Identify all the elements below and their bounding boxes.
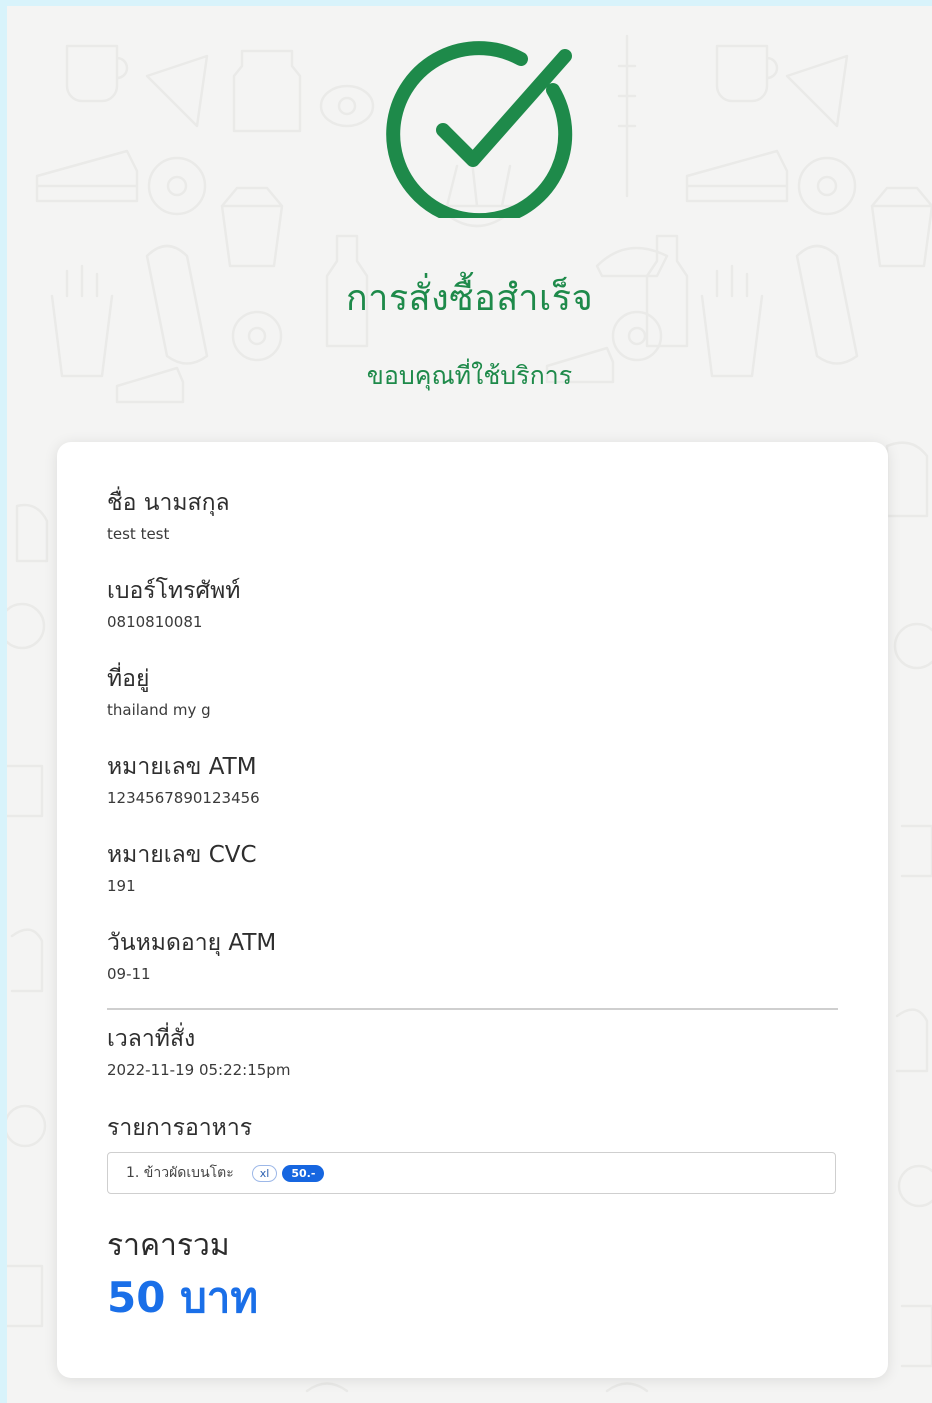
food-item-size-badge: xl (251, 1164, 278, 1182)
customer-name-value: test test (107, 525, 170, 543)
order-summary-card: ชื่อ นามสกุล test test เบอร์โทรศัพท์ 081… (57, 442, 888, 1378)
atm-number-value: 1234567890123456 (107, 789, 260, 807)
cvc-value: 191 (107, 877, 136, 895)
section-divider (107, 1008, 838, 1010)
phone-value: 0810810081 (107, 613, 203, 631)
customer-name-label: ชื่อ นามสกุล (107, 490, 230, 516)
food-items-label: รายการอาหาร (107, 1115, 253, 1141)
address-value: thailand my g (107, 701, 211, 719)
total-price-value: 50 บาท (107, 1273, 258, 1322)
check-circle-icon (385, 28, 575, 228)
cvc-field: หมายเลข CVC 191 (107, 838, 257, 896)
atm-expiry-label: วันหมดอายุ ATM (107, 930, 277, 956)
atm-number-label: หมายเลข ATM (107, 754, 257, 780)
page-subtitle: ขอบคุณที่ใช้บริการ (366, 361, 573, 390)
order-time-label: เวลาที่สั่ง (107, 1026, 196, 1052)
cvc-label: หมายเลข CVC (107, 842, 257, 868)
total-price-label: ราคารวม (107, 1228, 230, 1263)
phone-label: เบอร์โทรศัพท์ (107, 578, 241, 604)
order-time-value: 2022-11-19 05:22:15pm (107, 1061, 291, 1079)
order-success-page: การสั่งซื้อสำเร็จ ขอบคุณที่ใช้บริการ ชื่… (7, 6, 932, 1403)
address-label: ที่อยู่ (107, 666, 150, 692)
food-items-heading-wrap: รายการอาหาร (107, 1111, 252, 1145)
phone-field: เบอร์โทรศัพท์ 0810810081 (107, 574, 240, 632)
atm-expiry-value: 09-11 (107, 965, 151, 983)
page-title: การสั่งซื้อสำเร็จ (345, 278, 594, 319)
atm-number-field: หมายเลข ATM 1234567890123456 (107, 750, 260, 808)
food-items-list: 1. ข้าวผัดเบนโตะ xl 50.- (107, 1152, 836, 1194)
order-time-field: เวลาที่สั่ง 2022-11-19 05:22:15pm (107, 1022, 290, 1080)
success-header: การสั่งซื้อสำเร็จ ขอบคุณที่ใช้บริการ (7, 6, 932, 426)
address-field: ที่อยู่ thailand my g (107, 662, 211, 720)
customer-name-field: ชื่อ นามสกุล test test (107, 486, 230, 544)
atm-expiry-field: วันหมดอายุ ATM 09-11 (107, 926, 276, 984)
food-item-name: 1. ข้าวผัดเบนโตะ (126, 1165, 234, 1181)
food-item-price-badge: 50.- (282, 1164, 325, 1182)
